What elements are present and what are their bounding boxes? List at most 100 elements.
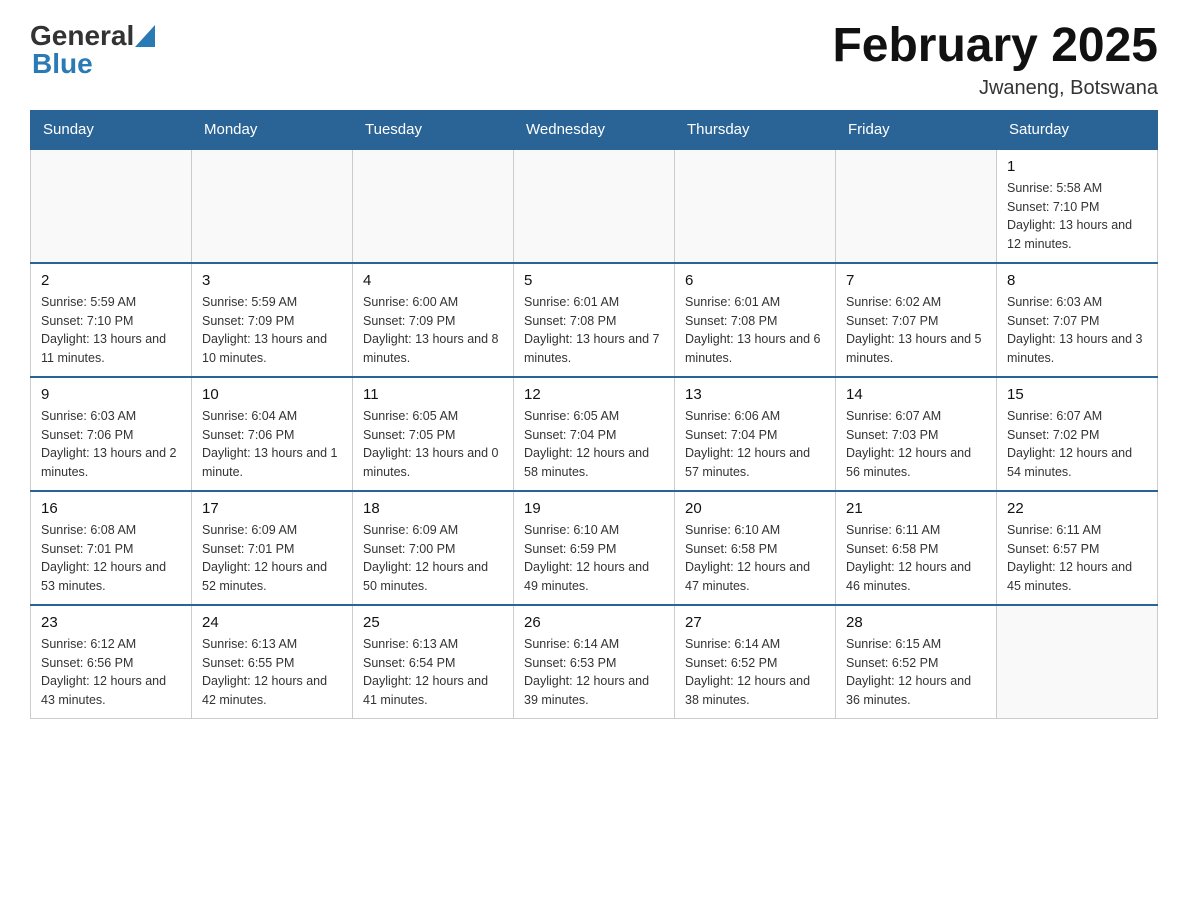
day-info: Sunrise: 6:07 AM Sunset: 7:02 PM Dayligh… [1007,407,1147,482]
calendar-cell [514,149,675,263]
day-info: Sunrise: 6:11 AM Sunset: 6:57 PM Dayligh… [1007,521,1147,596]
day-number: 23 [41,614,181,631]
calendar-cell: 18Sunrise: 6:09 AM Sunset: 7:00 PM Dayli… [353,491,514,605]
calendar-cell: 12Sunrise: 6:05 AM Sunset: 7:04 PM Dayli… [514,377,675,491]
day-number: 5 [524,272,664,289]
title-block: February 2025 Jwaneng, Botswana [832,20,1158,100]
day-info: Sunrise: 6:06 AM Sunset: 7:04 PM Dayligh… [685,407,825,482]
calendar-cell: 16 Sunrise: 6:08 AM Sunset: 7:01 PM Dayli… [31,491,192,605]
day-info: Sunrise: 6:00 AM Sunset: 7:09 PM Dayligh… [363,293,503,368]
calendar-week-row: 9 Sunrise: 6:03 AM Sunset: 7:06 PM Daylig… [31,377,1158,491]
calendar-cell [675,149,836,263]
day-info: Sunrise: 6:08 AM Sunset: 7:01 PM Dayligh… [41,521,181,596]
day-info: Sunrise: 6:05 AM Sunset: 7:04 PM Dayligh… [524,407,664,482]
day-number: 25 [363,614,503,631]
calendar-cell: 23 Sunrise: 6:12 AM Sunset: 6:56 PM Dayli… [31,605,192,719]
calendar-cell: 26 Sunrise: 6:14 AM Sunset: 6:53 PM Dayli… [514,605,675,719]
day-number: 20 [685,500,825,517]
page-title: February 2025 [832,20,1158,73]
day-number: 1 [1007,158,1147,175]
day-number: 10 [202,386,342,403]
calendar-week-row: 1 Sunrise: 5:58 AM Sunset: 7:10 PM Daylig… [31,149,1158,263]
day-number: 16 [41,500,181,517]
day-number: 2 [41,272,181,289]
day-info: Sunrise: 6:10 AM Sunset: 6:59 PM Dayligh… [524,521,664,596]
day-info: Sunrise: 5:58 AM Sunset: 7:10 PM Dayligh… [1007,179,1147,254]
day-number: 19 [524,500,664,517]
calendar-table: SundayMondayTuesdayWednesdayThursdayFrid… [30,110,1158,719]
calendar-cell: 28Sunrise: 6:15 AM Sunset: 6:52 PM Dayli… [836,605,997,719]
calendar-cell: 1 Sunrise: 5:58 AM Sunset: 7:10 PM Daylig… [997,149,1158,263]
column-header-wednesday: Wednesday [514,110,675,149]
logo-blue-text: Blue [32,48,93,80]
calendar-cell: 6 Sunrise: 6:01 AM Sunset: 7:08 PM Daylig… [675,263,836,377]
calendar-cell: 5 Sunrise: 6:01 AM Sunset: 7:08 PM Daylig… [514,263,675,377]
day-info: Sunrise: 6:15 AM Sunset: 6:52 PM Dayligh… [846,635,986,710]
logo: General Blue [30,20,155,80]
day-number: 7 [846,272,986,289]
calendar-cell [836,149,997,263]
day-info: Sunrise: 5:59 AM Sunset: 7:10 PM Dayligh… [41,293,181,368]
column-header-tuesday: Tuesday [353,110,514,149]
calendar-cell: 25 Sunrise: 6:13 AM Sunset: 6:54 PM Dayli… [353,605,514,719]
calendar-cell: 4 Sunrise: 6:00 AM Sunset: 7:09 PM Daylig… [353,263,514,377]
calendar-cell: 13 Sunrise: 6:06 AM Sunset: 7:04 PM Dayli… [675,377,836,491]
calendar-cell: 11 Sunrise: 6:05 AM Sunset: 7:05 PM Dayli… [353,377,514,491]
day-info: Sunrise: 6:09 AM Sunset: 7:01 PM Dayligh… [202,521,342,596]
day-number: 26 [524,614,664,631]
calendar-week-row: 23 Sunrise: 6:12 AM Sunset: 6:56 PM Dayli… [31,605,1158,719]
day-info: Sunrise: 6:14 AM Sunset: 6:53 PM Dayligh… [524,635,664,710]
column-header-sunday: Sunday [31,110,192,149]
day-info: Sunrise: 6:07 AM Sunset: 7:03 PM Dayligh… [846,407,986,482]
calendar-cell: 3Sunrise: 5:59 AM Sunset: 7:09 PM Daylig… [192,263,353,377]
calendar-cell: 15 Sunrise: 6:07 AM Sunset: 7:02 PM Dayli… [997,377,1158,491]
calendar-cell: 27 Sunrise: 6:14 AM Sunset: 6:52 PM Dayli… [675,605,836,719]
day-info: Sunrise: 6:02 AM Sunset: 7:07 PM Dayligh… [846,293,986,368]
day-number: 27 [685,614,825,631]
day-number: 6 [685,272,825,289]
day-number: 15 [1007,386,1147,403]
day-info: Sunrise: 6:14 AM Sunset: 6:52 PM Dayligh… [685,635,825,710]
day-number: 11 [363,386,503,403]
day-info: Sunrise: 6:11 AM Sunset: 6:58 PM Dayligh… [846,521,986,596]
logo-triangle-icon [135,25,155,47]
day-info: Sunrise: 6:12 AM Sunset: 6:56 PM Dayligh… [41,635,181,710]
day-number: 24 [202,614,342,631]
calendar-week-row: 2 Sunrise: 5:59 AM Sunset: 7:10 PM Daylig… [31,263,1158,377]
day-number: 21 [846,500,986,517]
page-subtitle: Jwaneng, Botswana [832,77,1158,100]
day-info: Sunrise: 6:01 AM Sunset: 7:08 PM Dayligh… [685,293,825,368]
day-number: 4 [363,272,503,289]
calendar-cell: 10 Sunrise: 6:04 AM Sunset: 7:06 PM Dayli… [192,377,353,491]
day-info: Sunrise: 6:13 AM Sunset: 6:54 PM Dayligh… [363,635,503,710]
calendar-cell: 2 Sunrise: 5:59 AM Sunset: 7:10 PM Daylig… [31,263,192,377]
day-number: 22 [1007,500,1147,517]
day-info: Sunrise: 6:01 AM Sunset: 7:08 PM Dayligh… [524,293,664,368]
day-number: 18 [363,500,503,517]
page-header: General Blue February 2025 Jwaneng, Bots… [30,20,1158,100]
calendar-cell [997,605,1158,719]
day-info: Sunrise: 6:10 AM Sunset: 6:58 PM Dayligh… [685,521,825,596]
calendar-cell: 24 Sunrise: 6:13 AM Sunset: 6:55 PM Dayli… [192,605,353,719]
calendar-cell [353,149,514,263]
day-number: 14 [846,386,986,403]
calendar-cell: 14 Sunrise: 6:07 AM Sunset: 7:03 PM Dayli… [836,377,997,491]
day-number: 13 [685,386,825,403]
calendar-cell: 7 Sunrise: 6:02 AM Sunset: 7:07 PM Daylig… [836,263,997,377]
day-number: 9 [41,386,181,403]
day-info: Sunrise: 5:59 AM Sunset: 7:09 PM Dayligh… [202,293,342,368]
day-info: Sunrise: 6:03 AM Sunset: 7:06 PM Dayligh… [41,407,181,482]
day-number: 17 [202,500,342,517]
calendar-week-row: 16 Sunrise: 6:08 AM Sunset: 7:01 PM Dayli… [31,491,1158,605]
column-header-monday: Monday [192,110,353,149]
calendar-cell: 20 Sunrise: 6:10 AM Sunset: 6:58 PM Dayli… [675,491,836,605]
column-header-thursday: Thursday [675,110,836,149]
day-info: Sunrise: 6:05 AM Sunset: 7:05 PM Dayligh… [363,407,503,482]
calendar-cell: 21 Sunrise: 6:11 AM Sunset: 6:58 PM Dayli… [836,491,997,605]
day-info: Sunrise: 6:04 AM Sunset: 7:06 PM Dayligh… [202,407,342,482]
calendar-cell: 22 Sunrise: 6:11 AM Sunset: 6:57 PM Dayli… [997,491,1158,605]
day-info: Sunrise: 6:13 AM Sunset: 6:55 PM Dayligh… [202,635,342,710]
column-header-saturday: Saturday [997,110,1158,149]
calendar-cell [31,149,192,263]
calendar-cell: 9 Sunrise: 6:03 AM Sunset: 7:06 PM Daylig… [31,377,192,491]
